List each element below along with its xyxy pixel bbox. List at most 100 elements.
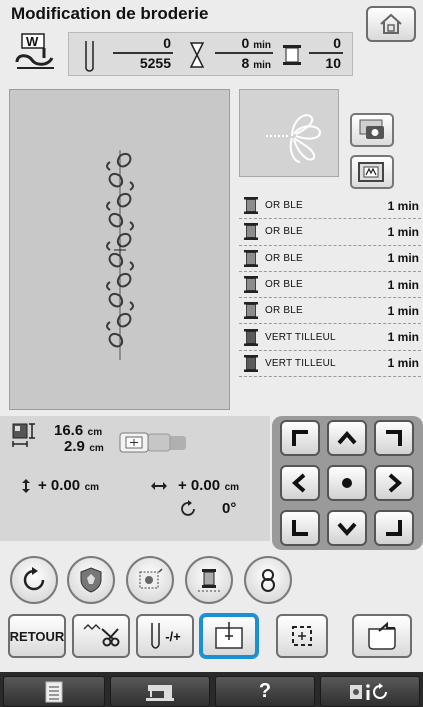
time-current: 0 — [241, 35, 250, 51]
move-up-left-button[interactable] — [280, 420, 320, 456]
frame-display-button[interactable] — [350, 155, 394, 189]
start-point-icon — [215, 622, 243, 649]
settings-list-button[interactable] — [3, 676, 105, 707]
shield-icon — [80, 567, 102, 593]
figure-eight-icon — [261, 569, 275, 592]
horizontal-position-icon — [151, 482, 167, 490]
thread-spool-icon — [244, 249, 258, 267]
vertical-offset-unit: cm — [84, 482, 100, 493]
thread-spool-icon — [244, 197, 258, 215]
frame-icon — [358, 162, 384, 182]
move-left-button[interactable] — [280, 465, 320, 501]
width-unit: cm — [87, 427, 103, 438]
move-right-button[interactable] — [374, 465, 414, 501]
thread-name: OR BLE — [265, 279, 303, 291]
chevron-left-icon — [291, 473, 306, 493]
thread-color-list[interactable]: OR BLE 1 min OR BLE 1 min OR BLE 1 min O… — [239, 193, 421, 378]
design-thumbnail — [266, 114, 322, 163]
sewing-stats-panel: 0 5255 0 min 8 min 0 10 — [68, 32, 353, 76]
document-list-icon — [45, 681, 63, 702]
thread-spool-icon — [244, 276, 258, 294]
thread-row[interactable]: OR BLE 1 min — [239, 298, 421, 325]
thread-row[interactable]: OR BLE 1 min — [239, 193, 421, 220]
width-value: 16.6 — [54, 422, 84, 439]
applique-button[interactable] — [67, 556, 115, 604]
svg-text:W: W — [26, 34, 39, 49]
thread-color-button[interactable] — [185, 556, 233, 604]
design-height: 2.9 cm — [64, 438, 104, 456]
rotation-angle: 0° — [222, 500, 236, 518]
presser-foot-icon: W — [15, 33, 54, 69]
embroidery-area[interactable] — [9, 89, 230, 410]
thread-time: 1 min — [387, 330, 419, 345]
corner-down-right-icon — [386, 520, 402, 536]
density-icon — [139, 568, 163, 589]
save-pocket-icon — [368, 621, 396, 650]
hourglass-icon — [189, 42, 205, 68]
info-settings-icon — [350, 682, 387, 700]
rotate-angle-icon — [181, 500, 195, 516]
move-down-button[interactable] — [327, 510, 367, 546]
thread-time: 1 min — [387, 277, 419, 292]
needle-icon — [151, 623, 160, 649]
start-point-button[interactable] — [200, 614, 258, 658]
hoop-frame-icon — [119, 432, 186, 453]
center-button[interactable] — [327, 465, 367, 501]
chevron-up-icon — [337, 430, 357, 445]
pattern-explanation-button[interactable] — [320, 676, 420, 707]
thread-time: 1 min — [387, 251, 419, 266]
needle-icon — [85, 41, 94, 72]
thread-row[interactable]: VERT TILLEUL 1 min — [239, 351, 421, 378]
color-count-total: 10 — [325, 55, 341, 71]
machine-help-button[interactable] — [110, 676, 210, 707]
thread-row[interactable]: OR BLE 1 min — [239, 246, 421, 272]
size-icon — [12, 423, 35, 447]
density-button[interactable] — [126, 556, 174, 604]
trial-button[interactable] — [276, 614, 328, 658]
thread-spool-icon — [244, 328, 258, 346]
move-down-left-button[interactable] — [280, 510, 320, 546]
needle-bar-button[interactable]: -/+ — [136, 614, 194, 658]
thread-time: 1 min — [387, 303, 419, 318]
chevron-right-icon — [388, 473, 403, 493]
mirror-repeat-button[interactable] — [244, 556, 292, 604]
design-preview — [239, 89, 339, 177]
rotate-button[interactable] — [10, 556, 58, 604]
help-button[interactable]: ? — [215, 676, 315, 707]
thread-name: OR BLE — [265, 200, 303, 212]
hoop-size-indicator — [110, 430, 194, 454]
thread-row[interactable]: VERT TILLEUL 1 min — [239, 324, 421, 351]
thread-spool-icon — [244, 354, 258, 372]
vertical-offset-value: + 0.00 — [38, 477, 81, 494]
corner-down-left-icon — [292, 520, 308, 536]
back-button[interactable]: RETOUR — [8, 614, 66, 658]
home-icon — [380, 13, 402, 34]
camera-button[interactable] — [350, 113, 394, 147]
move-down-right-button[interactable] — [374, 510, 414, 546]
thread-name: VERT TILLEUL — [265, 357, 336, 369]
time-total: 8 — [241, 55, 250, 71]
horizontal-offset: + 0.00 cm — [178, 477, 239, 495]
height-value: 2.9 — [64, 438, 85, 455]
thread-spool-icon — [283, 45, 301, 65]
home-button[interactable] — [366, 6, 416, 42]
thread-row[interactable]: OR BLE 1 min — [239, 272, 421, 299]
vertical-position-icon — [22, 479, 30, 493]
thread-spool-icon — [244, 223, 258, 241]
trial-frame-icon — [292, 626, 312, 646]
needle-bar-label: -/+ — [165, 628, 181, 644]
stitch-count-total: 5255 — [139, 55, 171, 71]
thread-time: 1 min — [387, 356, 419, 371]
embroidery-pattern — [106, 150, 134, 360]
move-up-button[interactable] — [327, 420, 367, 456]
page-title: Modification de broderie — [11, 4, 209, 23]
rotate-icon — [23, 567, 45, 591]
corner-up-right-icon — [386, 430, 402, 446]
thread-time: 1 min — [387, 198, 419, 213]
move-up-right-button[interactable] — [374, 420, 414, 456]
thread-cut-button[interactable] — [72, 614, 130, 658]
stitch-count-current: 0 — [113, 35, 173, 54]
memory-button[interactable] — [352, 614, 412, 658]
thread-name: OR BLE — [265, 252, 303, 264]
thread-row[interactable]: OR BLE 1 min — [239, 219, 421, 246]
